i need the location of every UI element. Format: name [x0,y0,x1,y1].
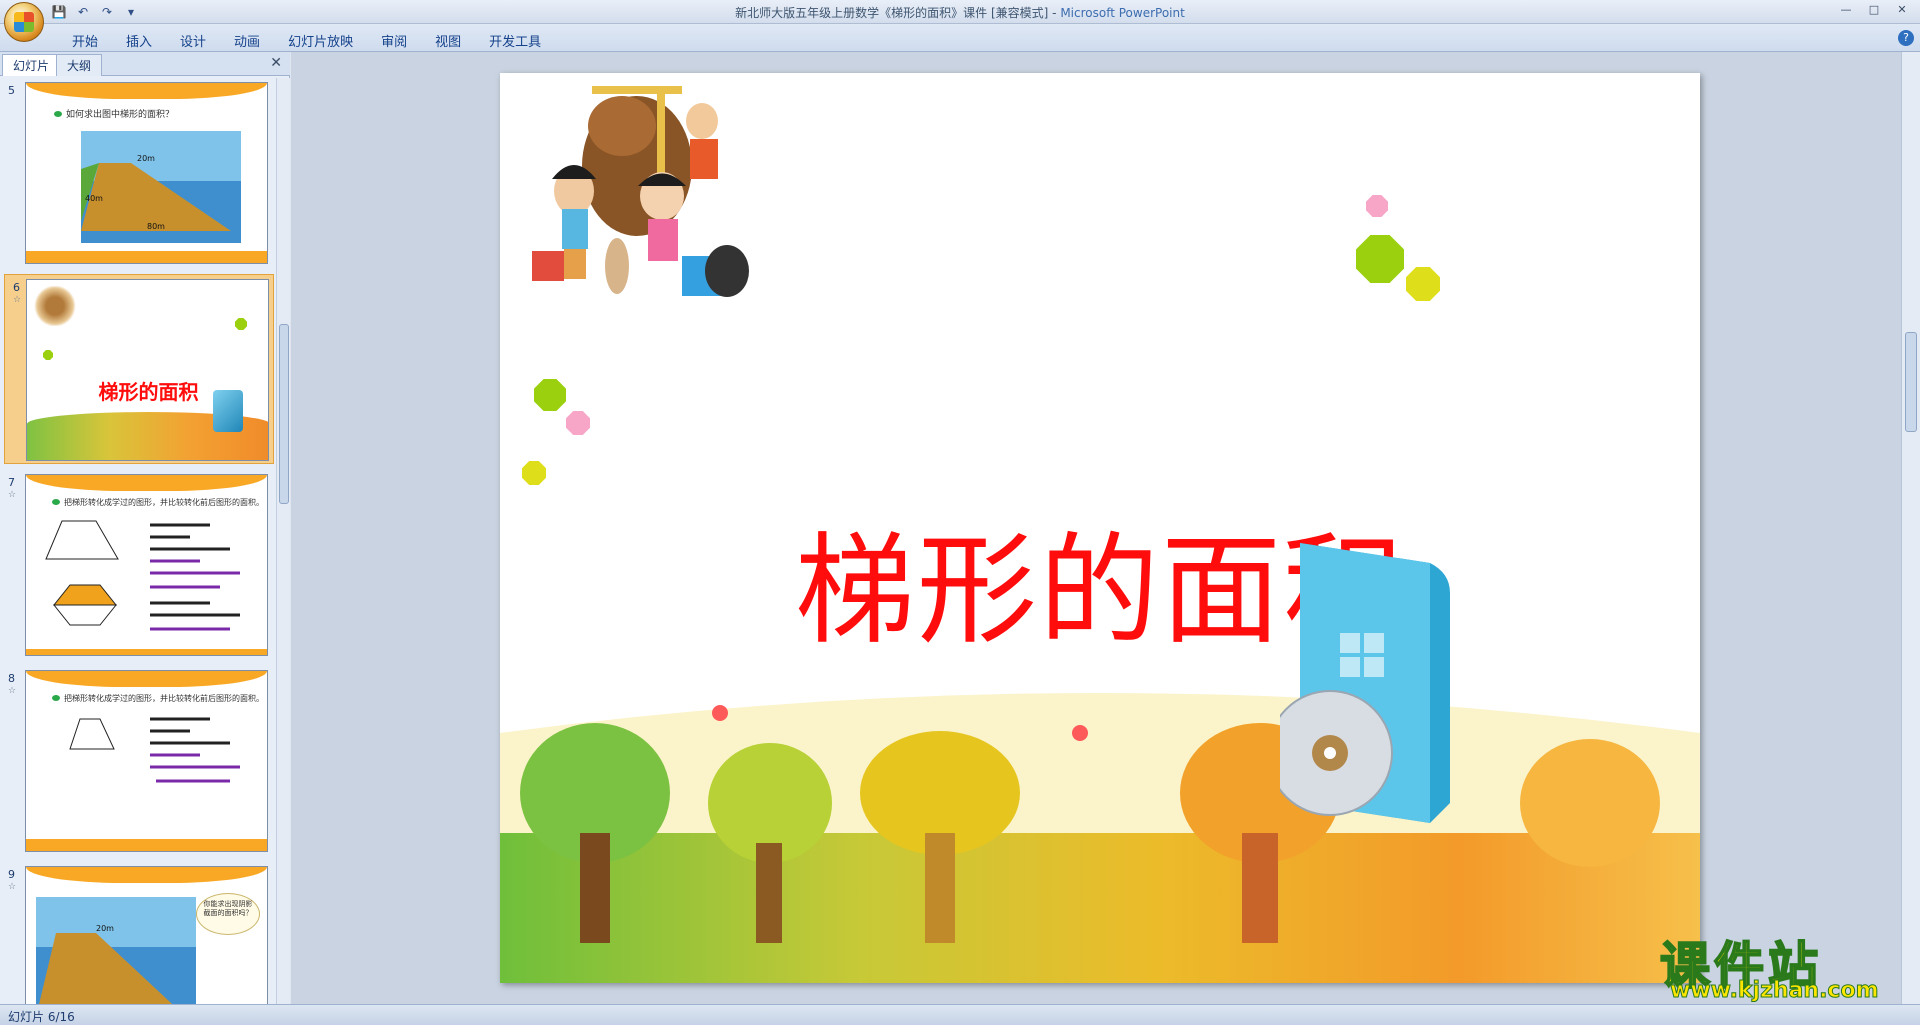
help-icon[interactable]: ? [1898,30,1914,46]
slide-thumbnail[interactable]: 20m 你能求出现阴影截面的面积吗？ [25,866,268,1004]
watermark-logo: 课件站 www.kjzhan.com [1659,926,1900,1004]
software-box-image [213,390,243,432]
characters-image [33,286,77,326]
decor-shape-pink [1366,195,1388,217]
tab-outline[interactable]: 大纲 [56,54,103,76]
maximize-icon[interactable]: □ [1860,0,1888,18]
thumbnail-footer-band [26,839,267,851]
window-controls: — □ ✕ [1832,0,1916,18]
animation-star-icon: ☆ [8,882,17,892]
thumbnail-text: 如何求出图中梯形的面积？ [54,107,174,120]
pane-tabs: 幻灯片 大纲 ✕ [0,52,290,76]
slide-thumbnail[interactable]: 如何求出图中梯形的面积？ 20m 40m 80m [25,82,268,264]
decor-shape-pink [566,411,590,435]
cartoon-characters-image [532,86,749,297]
tab-design[interactable]: 设计 [166,29,220,52]
tab-slides[interactable]: 幻灯片 [2,54,61,76]
tab-view[interactable]: 视图 [421,29,475,52]
animation-star-icon: ☆ [8,686,17,696]
minimize-icon[interactable]: — [1832,0,1860,18]
trapezoid-landscape-image: 20m [36,897,196,1004]
forest-banner-image [500,693,1700,983]
slide-thumbnail[interactable]: 把梯形转化成学过的图形，并比较转化前后图形的面积。 [25,670,268,852]
slide-number: 7 [8,476,15,489]
trapezoid-diagram [69,717,240,783]
close-icon[interactable]: ✕ [1888,0,1916,18]
slide-thumbnail[interactable]: 把梯形转化成学过的图形，并比较转化前后图形的面积。 [25,474,268,656]
slides-pane: 幻灯片 大纲 ✕ 5 如何求出图中梯形的面积？ 20m 40m 80m 6 ☆ … [0,52,290,1004]
slide-title[interactable]: 梯形的面积 [500,493,1700,667]
animation-star-icon: ☆ [13,295,22,305]
tab-animations[interactable]: 动画 [220,29,274,52]
slide-scrollbar[interactable] [1901,52,1920,1004]
slide-number: 5 [8,84,15,97]
watermark-url: www.kjzhan.com [1670,978,1880,1004]
slide-thumbnail[interactable]: 梯形的面积 [26,279,269,461]
slide-thumbnail-row[interactable]: 9 ☆ 20m 你能求出现阴影截面的面积吗？ [0,862,275,1004]
thumbnail-text: 把梯形转化成学过的图形，并比较转化前后图形的面积。 [52,693,264,704]
ribbon-tabs: 开始 插入 设计 动画 幻灯片放映 审阅 视图 开发工具 ? [0,24,1920,52]
scrollbar-thumb[interactable] [279,324,289,504]
trapezoid-diagram [45,520,240,631]
tab-slideshow[interactable]: 幻灯片放映 [274,29,367,52]
slide-thumbnail-row[interactable]: 8 ☆ 把梯形转化成学过的图形，并比较转化前后图形的面积。 [0,666,275,856]
tab-developer[interactable]: 开发工具 [475,29,555,52]
slide-canvas[interactable]: 梯形的面积 [500,73,1700,983]
thumbnail-footer-band [26,251,267,263]
thumbnail-label: 20m [96,924,114,933]
decor-shape [43,350,53,360]
trapezoid-landscape-image: 20m 40m 80m [81,131,241,243]
thumbnail-label: 40m [85,194,103,203]
slide-thumbnail-row[interactable]: 7 ☆ 把梯形转化成学过的图形，并比较转化前后图形的面积。 [0,470,275,660]
tab-review[interactable]: 审阅 [367,29,421,52]
slide-editor: 梯形的面积 [291,52,1901,1004]
status-bar: 幻灯片 6/16 [0,1004,1920,1025]
decor-shape-green [1356,235,1404,283]
decor-shape-green [534,379,566,411]
slide-thumbnail-row-selected[interactable]: 6 ☆ 梯形的面积 [4,274,274,464]
title-bar: 💾 ↶ ↷ ▾ 新北师大版五年级上册数学《梯形的面积》课件 [兼容模式] - M… [0,0,1920,42]
office-button[interactable] [4,2,44,42]
thumbnail-text: 把梯形转化成学过的图形，并比较转化前后图形的面积。 [52,497,264,508]
decor-shape-yellow [522,461,546,485]
thumbnail-list: 5 如何求出图中梯形的面积？ 20m 40m 80m 6 ☆ 梯形的面积 7 ☆… [0,78,275,1004]
thumbnail-header-band [26,867,267,883]
slide-number: 8 [8,672,15,685]
office-logo-icon [14,12,34,32]
document-title: 新北师大版五年级上册数学《梯形的面积》课件 [兼容模式] - [735,6,1061,20]
speech-bubble: 你能求出现阴影截面的面积吗？ [196,893,260,935]
tab-insert[interactable]: 插入 [112,29,166,52]
window-title: 新北师大版五年级上册数学《梯形的面积》课件 [兼容模式] - Microsoft… [0,4,1920,21]
scrollbar-thumb[interactable] [1905,332,1917,432]
animation-star-icon: ☆ [8,490,17,500]
slide-number: 6 [13,281,20,294]
slide-number: 9 [8,868,15,881]
tab-home[interactable]: 开始 [58,29,112,52]
thumbnail-header-band [26,475,267,491]
decor-shape [235,318,247,330]
app-name: Microsoft PowerPoint [1060,6,1185,20]
decor-shape-yellow [1406,267,1440,301]
slide-thumbnail-row[interactable]: 5 如何求出图中梯形的面积？ 20m 40m 80m [0,78,275,268]
thumbnail-scrollbar[interactable] [276,78,290,1004]
thumbnail-header-band [26,83,267,99]
thumbnail-footer-band [26,649,267,655]
close-pane-icon[interactable]: ✕ [270,55,282,71]
thumbnail-label: 20m [137,154,155,163]
slide-indicator: 幻灯片 6/16 [8,1010,75,1024]
software-box-cd-image [1280,543,1450,823]
thumbnail-header-band [26,671,267,687]
thumbnail-label: 80m [147,222,165,231]
